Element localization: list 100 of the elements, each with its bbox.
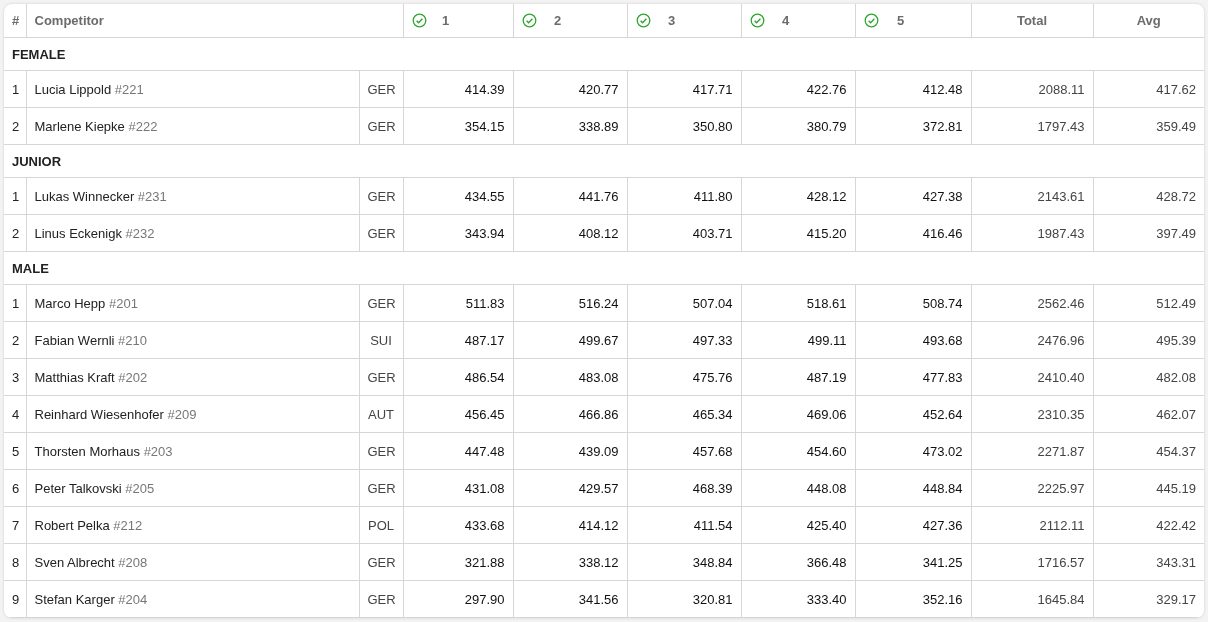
score-cell: 341.56: [513, 580, 627, 618]
score-cell: 408.12: [513, 214, 627, 252]
rank-cell: 9: [4, 580, 26, 618]
competitor-name: Marco Hepp: [34, 295, 106, 311]
average-cell: 495.39: [1093, 321, 1204, 359]
score-cell: 493.68: [855, 321, 971, 359]
score-cell: 516.24: [513, 284, 627, 322]
score-cell: 441.76: [513, 177, 627, 215]
competitor-name: Lukas Winnecker: [34, 188, 135, 204]
score-cell: 297.90: [403, 580, 513, 618]
nation-cell: GER: [359, 469, 403, 507]
score-cell: 420.77: [513, 70, 627, 108]
score-cell: 456.45: [403, 395, 513, 433]
score-cell: 414.39: [403, 70, 513, 108]
group-heading: MALE: [4, 251, 1204, 285]
column-header: #: [4, 4, 26, 38]
nation-cell: GER: [359, 107, 403, 145]
score-cell: 343.94: [403, 214, 513, 252]
score-cell: 425.40: [741, 506, 855, 544]
column-header: Competitor: [26, 4, 403, 38]
score-cell: 338.12: [513, 543, 627, 581]
bib-number: #231: [137, 188, 167, 204]
check-circle-icon: [521, 13, 537, 28]
heat-column-header: 5: [855, 4, 971, 38]
total-cell: 1645.84: [971, 580, 1093, 618]
score-cell: 452.64: [855, 395, 971, 433]
score-cell: 411.80: [627, 177, 741, 215]
score-cell: 497.33: [627, 321, 741, 359]
group-heading: JUNIOR: [4, 144, 1204, 178]
score-cell: 380.79: [741, 107, 855, 145]
bib-number: #212: [113, 517, 143, 533]
bib-number: #232: [125, 225, 155, 241]
average-cell: 445.19: [1093, 469, 1204, 507]
score-cell: 372.81: [855, 107, 971, 145]
total-cell: 2225.97: [971, 469, 1093, 507]
score-cell: 321.88: [403, 543, 513, 581]
check-circle-icon: [863, 13, 879, 28]
score-cell: 518.61: [741, 284, 855, 322]
score-cell: 348.84: [627, 543, 741, 581]
total-cell: 2410.40: [971, 358, 1093, 396]
nation-cell: GER: [359, 284, 403, 322]
average-cell: 454.37: [1093, 432, 1204, 470]
score-cell: 415.20: [741, 214, 855, 252]
score-cell: 434.55: [403, 177, 513, 215]
average-cell: 482.08: [1093, 358, 1204, 396]
total-cell: 2143.61: [971, 177, 1093, 215]
score-cell: 350.80: [627, 107, 741, 145]
competitor-name: Fabian Wernli: [34, 332, 115, 348]
score-cell: 465.34: [627, 395, 741, 433]
score-cell: 469.06: [741, 395, 855, 433]
average-cell: 343.31: [1093, 543, 1204, 581]
bib-number: #209: [167, 406, 197, 422]
average-cell: 512.49: [1093, 284, 1204, 322]
average-cell: 329.17: [1093, 580, 1204, 618]
score-cell: 486.54: [403, 358, 513, 396]
nation-cell: GER: [359, 358, 403, 396]
average-cell: 397.49: [1093, 214, 1204, 252]
nation-cell: POL: [359, 506, 403, 544]
score-cell: 483.08: [513, 358, 627, 396]
bib-number: #203: [143, 443, 173, 459]
competitor-name: Robert Pelka: [34, 517, 110, 533]
average-cell: 462.07: [1093, 395, 1204, 433]
score-cell: 320.81: [627, 580, 741, 618]
column-header: Avg: [1093, 4, 1204, 38]
competitor-name: Stefan Karger: [34, 591, 115, 607]
score-cell: 475.76: [627, 358, 741, 396]
score-cell: 511.83: [403, 284, 513, 322]
score-cell: 366.48: [741, 543, 855, 581]
heat-column-header: 3: [627, 4, 741, 38]
score-cell: 487.17: [403, 321, 513, 359]
score-cell: 431.08: [403, 469, 513, 507]
total-cell: 2562.46: [971, 284, 1093, 322]
rank-cell: 1: [4, 284, 26, 322]
nation-cell: SUI: [359, 321, 403, 359]
bib-number: #222: [128, 118, 158, 134]
competitor-name: Thorsten Morhaus: [34, 443, 140, 459]
score-cell: 448.08: [741, 469, 855, 507]
competitor-name: Reinhard Wiesenhofer: [34, 406, 164, 422]
score-cell: 352.16: [855, 580, 971, 618]
bib-number: #210: [118, 332, 147, 348]
score-cell: 403.71: [627, 214, 741, 252]
score-cell: 508.74: [855, 284, 971, 322]
score-cell: 411.54: [627, 506, 741, 544]
nation-cell: GER: [359, 70, 403, 108]
bib-number: #205: [125, 480, 155, 496]
heat-column-header: 2: [513, 4, 627, 38]
score-cell: 422.76: [741, 70, 855, 108]
score-cell: 487.19: [741, 358, 855, 396]
bib-number: #221: [114, 81, 144, 97]
score-cell: 468.39: [627, 469, 741, 507]
competitor-name: Peter Talkovski: [34, 480, 122, 496]
total-cell: 2476.96: [971, 321, 1093, 359]
score-cell: 341.25: [855, 543, 971, 581]
average-cell: 428.72: [1093, 177, 1204, 215]
bib-number: #208: [118, 554, 148, 570]
score-cell: 412.48: [855, 70, 971, 108]
score-cell: 427.38: [855, 177, 971, 215]
bib-number: #204: [118, 591, 148, 607]
average-cell: 359.49: [1093, 107, 1204, 145]
rank-cell: 1: [4, 70, 26, 108]
